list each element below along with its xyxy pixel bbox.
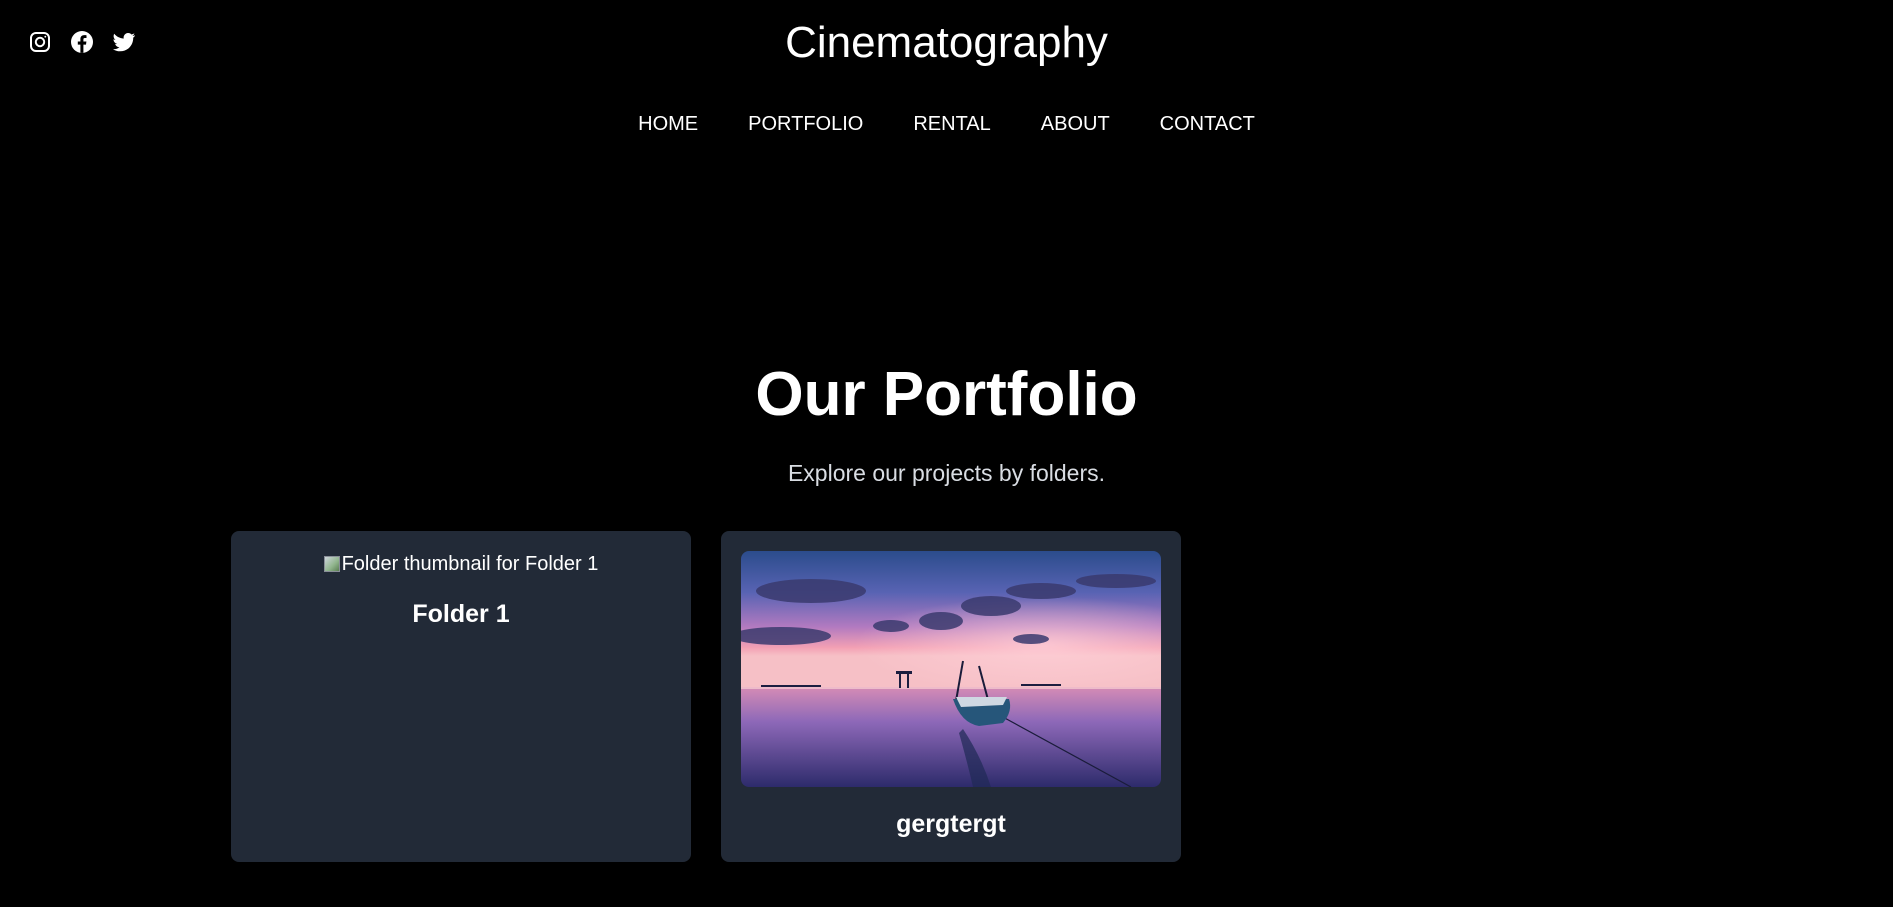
- site-title[interactable]: Cinematography: [0, 16, 1893, 70]
- page-title: Our Portfolio: [755, 360, 1138, 429]
- folder-thumbnail-alt: Folder thumbnail for Folder 1: [341, 552, 599, 575]
- folder-title: gergtergt: [896, 810, 1006, 838]
- nav-portfolio[interactable]: PORTFOLIO: [748, 112, 863, 136]
- broken-image-icon: [323, 556, 340, 572]
- folder-grid: Folder thumbnail for Folder 1 Folder 1 g…: [231, 531, 1181, 862]
- nav-about[interactable]: ABOUT: [1041, 112, 1110, 136]
- page: Cinematography HOME PORTFOLIO RENTAL ABO…: [0, 0, 1893, 907]
- main-nav: HOME PORTFOLIO RENTAL ABOUT CONTACT: [0, 112, 1893, 136]
- page-subtitle: Explore our projects by folders.: [787, 460, 1106, 486]
- folder-card[interactable]: gergtergt: [721, 531, 1181, 862]
- nav-rental[interactable]: RENTAL: [913, 112, 990, 136]
- folder-thumbnail: [741, 551, 1161, 787]
- folder-card[interactable]: Folder thumbnail for Folder 1 Folder 1: [231, 531, 691, 862]
- nav-home[interactable]: HOME: [638, 112, 698, 136]
- folder-title: Folder 1: [412, 600, 510, 628]
- nav-contact[interactable]: CONTACT: [1160, 112, 1255, 136]
- folder-thumbnail-broken: Folder thumbnail for Folder 1: [323, 551, 599, 577]
